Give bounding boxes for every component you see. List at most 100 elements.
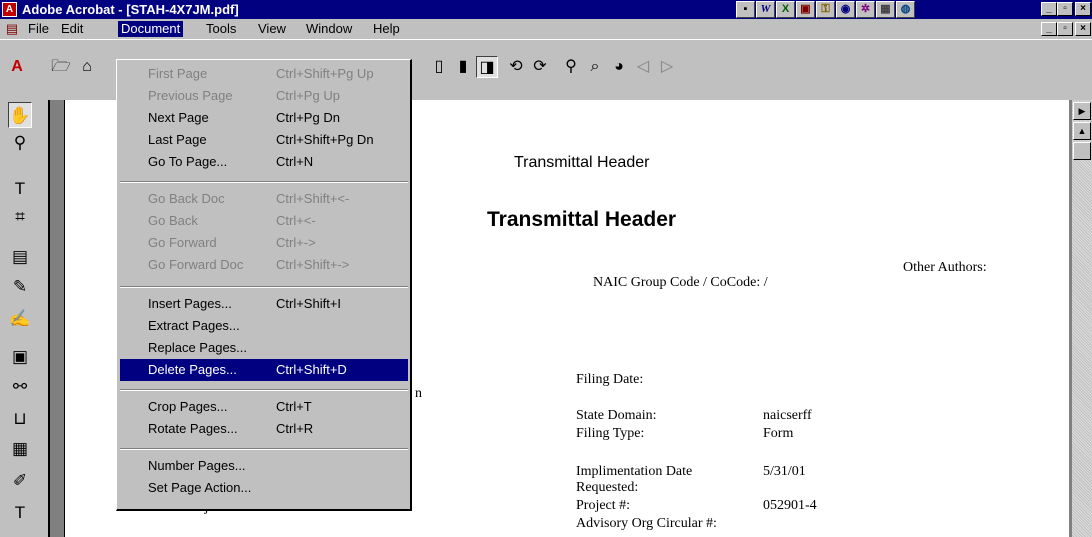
menu-item-shortcut: Ctrl+Shift+Pg Up	[276, 66, 374, 81]
menu-item-label: Insert Pages...	[148, 296, 232, 311]
menu-item-shortcut: Ctrl+->	[276, 235, 316, 250]
single-page-icon[interactable]: ▯	[428, 56, 450, 78]
link-tool-icon[interactable]: ⚯	[8, 374, 32, 400]
key-icon[interactable]: ⚿	[816, 1, 835, 18]
menu-item-shortcut: Ctrl+Shift+<-	[276, 191, 350, 206]
menu-item-rotate-pages[interactable]: Rotate Pages... Ctrl+R	[120, 418, 408, 440]
note-tool-icon[interactable]: ▤	[8, 244, 32, 270]
scroll-right-arrow-icon[interactable]: ▶	[1073, 102, 1091, 120]
state-domain-label: State Domain:	[576, 408, 657, 423]
acrobat-app-icon[interactable]: A	[2, 2, 17, 17]
next-highlight-icon[interactable]: ▷	[656, 56, 678, 78]
previous-highlight-icon[interactable]: ◁	[632, 56, 654, 78]
menu-item-shortcut: Ctrl+Pg Dn	[276, 110, 340, 125]
menu-item-go-forward[interactable]: Go Forward Ctrl+->	[120, 232, 408, 254]
menu-item-set-page-action[interactable]: Set Page Action...	[120, 477, 408, 499]
close-button[interactable]: ×	[1075, 2, 1091, 16]
menu-item-last-page[interactable]: Last Page Ctrl+Shift+Pg Dn	[120, 129, 408, 151]
highlight-tool-icon[interactable]: ✍	[8, 306, 32, 332]
minimize-button[interactable]: _	[1041, 2, 1057, 16]
touchup-text-tool-icon[interactable]: T	[8, 500, 32, 526]
powerpoint-icon[interactable]: ▣	[796, 1, 815, 18]
menu-item-shortcut: Ctrl+Shift+D	[276, 362, 347, 377]
menu-help[interactable]: Help	[370, 21, 403, 37]
open-folder-icon[interactable]: 🗁	[50, 56, 72, 78]
vertical-scrollbar[interactable]: ▶ ▲	[1072, 100, 1092, 537]
menu-item-first-page[interactable]: First Page Ctrl+Shift+Pg Up	[120, 63, 408, 85]
menu-item-shortcut: Ctrl+T	[276, 399, 312, 414]
menu-separator	[120, 389, 408, 391]
menu-item-previous-page[interactable]: Previous Page Ctrl+Pg Up	[120, 85, 408, 107]
globe-icon[interactable]: ◍	[896, 1, 915, 18]
scroll-up-arrow-icon[interactable]: ▲	[1073, 122, 1091, 140]
menu-separator	[120, 286, 408, 288]
crop-tool-icon[interactable]: ⌗	[8, 204, 32, 230]
zoom-tool-icon[interactable]: ⚲	[8, 130, 32, 156]
taskbar-tray: ▪ W X ▣ ⚿ ◉ ✲ ▦ ◍	[736, 1, 1011, 18]
menu-item-label: Last Page	[148, 132, 207, 147]
text-fragment: n	[415, 386, 422, 401]
menu-item-shortcut: Ctrl+Shift+Pg Dn	[276, 132, 374, 147]
calendar-icon[interactable]: ▦	[876, 1, 895, 18]
menu-view[interactable]: View	[255, 21, 289, 37]
find-icon[interactable]: ◉	[836, 1, 855, 18]
word-icon[interactable]: W	[756, 1, 775, 18]
menu-item-label: Crop Pages...	[148, 399, 228, 414]
menu-document[interactable]: Document	[118, 21, 184, 37]
menu-item-go-back[interactable]: Go Back Ctrl+<-	[120, 210, 408, 232]
rotate-left-icon[interactable]: ⟲	[505, 56, 527, 78]
facing-pages-icon[interactable]: ◨	[476, 56, 498, 78]
naic-code-label: NAIC Group Code / CoCode: /	[593, 275, 768, 290]
signature-tool-icon[interactable]: ✐	[8, 468, 32, 494]
menu-item-label: Set Page Action...	[148, 480, 252, 495]
menu-item-delete-pages[interactable]: Delete Pages... Ctrl+Shift+D	[120, 359, 408, 381]
pencil-tool-icon[interactable]: ✎	[8, 274, 32, 300]
web-capture-icon[interactable]: ◕	[608, 56, 630, 78]
form-tool-icon[interactable]: ▣	[8, 344, 32, 370]
menu-item-label: Next Page	[148, 110, 209, 125]
menu-item-label: Previous Page	[148, 88, 233, 103]
advisory-org-label: Advisory Org Circular #:	[576, 516, 717, 531]
hand-tool-icon[interactable]: ✋	[8, 102, 32, 128]
text-select-tool-icon[interactable]: T	[8, 176, 32, 202]
menu-item-go-to-page[interactable]: Go To Page... Ctrl+N	[120, 151, 408, 173]
menu-item-shortcut: Ctrl+Shift+I	[276, 296, 342, 311]
menu-item-shortcut: Ctrl+Pg Up	[276, 88, 340, 103]
doc-close-button[interactable]: ×	[1075, 22, 1091, 36]
maximize-button[interactable]: ▫	[1057, 2, 1073, 16]
article-tool-icon[interactable]: ⊔	[8, 406, 32, 432]
menu-item-go-back-doc[interactable]: Go Back Doc Ctrl+Shift+<-	[120, 188, 408, 210]
menu-item-crop-pages[interactable]: Crop Pages... Ctrl+T	[120, 396, 408, 418]
menu-item-label: Go Back	[148, 213, 198, 228]
menu-separator	[120, 181, 408, 183]
doc-restore-button[interactable]: ▫	[1057, 22, 1073, 36]
menu-item-next-page[interactable]: Next Page Ctrl+Pg Dn	[120, 107, 408, 129]
menu-tools[interactable]: Tools	[203, 21, 239, 37]
menu-item-shortcut: Ctrl+Shift+->	[276, 257, 350, 272]
menu-item-number-pages[interactable]: Number Pages...	[120, 455, 408, 477]
menu-item-replace-pages[interactable]: Replace Pages...	[120, 337, 408, 359]
impl-date-label-line2: Requested:	[576, 480, 639, 495]
scroll-thumb[interactable]	[1073, 142, 1091, 160]
find-binoculars-icon[interactable]: ⚲	[560, 56, 582, 78]
menu-item-extract-pages[interactable]: Extract Pages...	[120, 315, 408, 337]
continuous-page-icon[interactable]: ▮	[452, 56, 474, 78]
excel-icon[interactable]: X	[776, 1, 795, 18]
filing-date-label: Filing Date:	[576, 372, 644, 387]
movie-tool-icon[interactable]: ▦	[8, 436, 32, 462]
document-icon[interactable]: ▤	[4, 21, 20, 37]
menu-item-label: Go Forward	[148, 235, 217, 250]
menu-window[interactable]: Window	[303, 21, 355, 37]
flag-icon[interactable]: ▪	[736, 1, 755, 18]
search-icon[interactable]: ⌕	[584, 56, 606, 78]
menu-item-go-forward-doc[interactable]: Go Forward Doc Ctrl+Shift+->	[120, 254, 408, 276]
menu-item-insert-pages[interactable]: Insert Pages... Ctrl+Shift+I	[120, 293, 408, 315]
puzzle-icon[interactable]: ✲	[856, 1, 875, 18]
menu-file[interactable]: File	[25, 21, 52, 37]
menu-item-label: Delete Pages...	[148, 362, 237, 377]
menu-edit[interactable]: Edit	[58, 21, 86, 37]
save-icon[interactable]: ⌂	[76, 56, 98, 78]
doc-minimize-button[interactable]: _	[1041, 22, 1057, 36]
menu-separator	[120, 448, 408, 450]
rotate-right-icon[interactable]: ⟳	[529, 56, 551, 78]
